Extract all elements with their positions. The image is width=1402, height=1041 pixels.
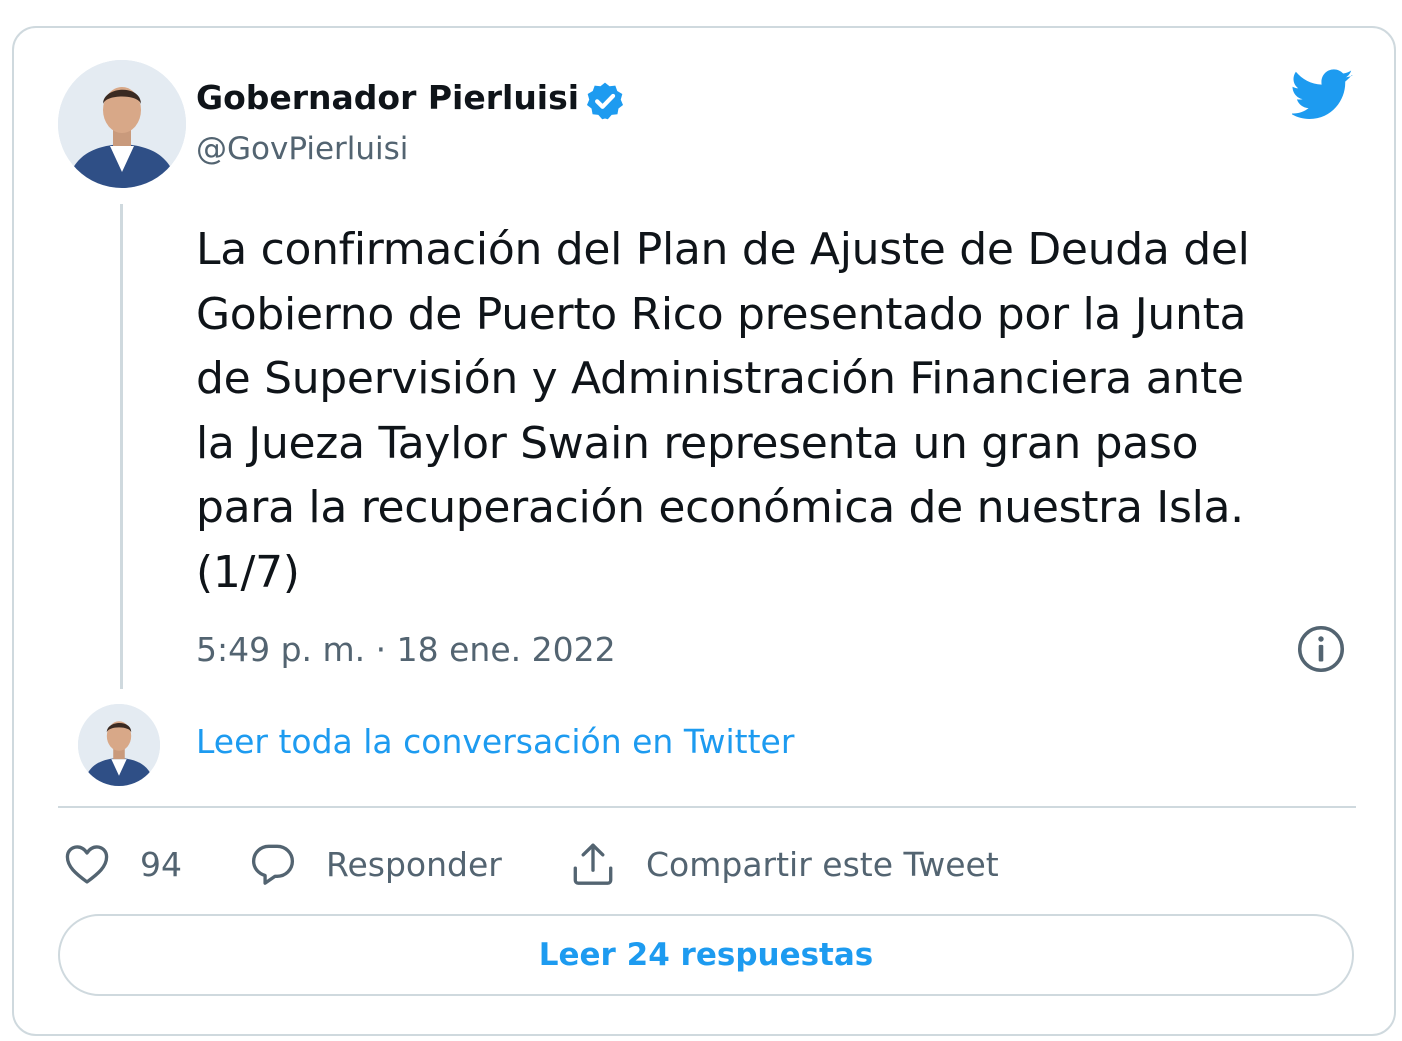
read-conversation-link[interactable]: Leer toda la conversación en Twitter [196, 722, 794, 761]
author-name[interactable]: Gobernador Pierluisi [196, 78, 579, 117]
share-icon [573, 843, 613, 885]
like-count: 94 [140, 844, 182, 884]
tweet-text: La confirmación del Plan de Ajuste de De… [196, 224, 1250, 598]
thread-line [120, 204, 123, 689]
reply-label: Responder [326, 844, 502, 884]
share-label: Compartir este Tweet [646, 844, 999, 884]
avatar-image [58, 60, 186, 188]
divider [58, 806, 1356, 808]
verified-badge-icon [586, 82, 624, 120]
tweet-card: Gobernador Pierluisi @GovPierluisi La co… [12, 26, 1396, 1036]
twitter-bird-icon[interactable] [1292, 68, 1354, 122]
conversation-avatar[interactable] [78, 704, 160, 786]
tweet-timestamp[interactable]: 5:49 p. m. · 18 ene. 2022 [196, 630, 616, 669]
reply-button[interactable]: Responder [248, 836, 502, 892]
like-button[interactable]: 94 [62, 836, 182, 892]
heart-icon [65, 845, 109, 884]
avatar-image [78, 704, 160, 786]
read-replies-button[interactable]: Leer 24 respuestas [58, 914, 1354, 996]
author-handle[interactable]: @GovPierluisi [196, 131, 408, 167]
reply-bubble-icon [251, 844, 295, 885]
info-icon[interactable] [1296, 624, 1346, 674]
author-avatar[interactable] [58, 60, 186, 188]
share-button[interactable]: Compartir este Tweet [568, 836, 999, 892]
